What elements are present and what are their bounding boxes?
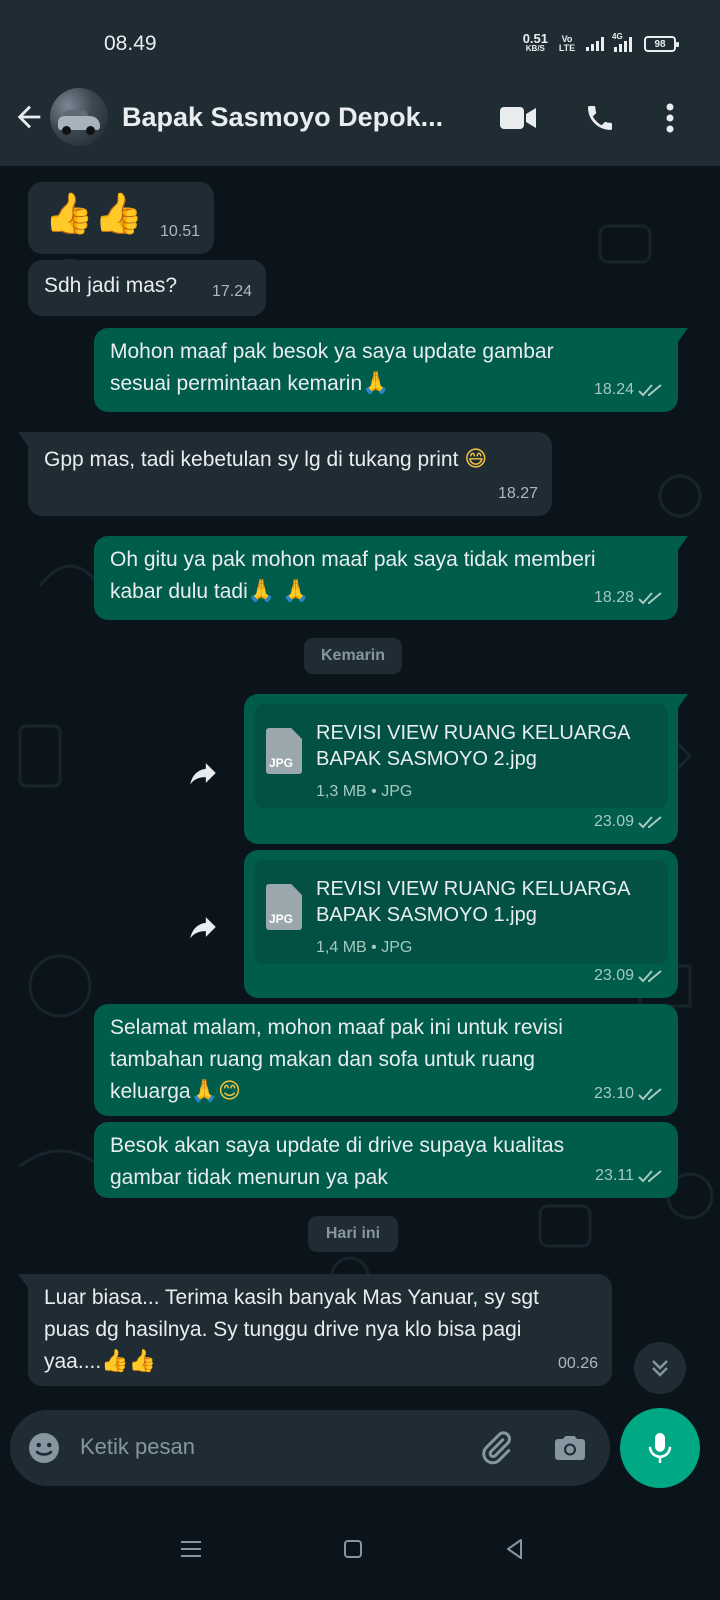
more-options-icon[interactable] <box>650 98 690 138</box>
message-time: 18.24 <box>594 374 664 406</box>
document-message[interactable]: JPG REVISI VIEW RUANG KELUARGA BAPAK SAS… <box>244 850 678 998</box>
message-emoji: 😄 <box>464 447 488 472</box>
attach-icon[interactable] <box>478 1430 514 1466</box>
message-time: 23.09 <box>594 806 664 838</box>
message-time: 23.10 <box>594 1078 664 1110</box>
document-message[interactable]: JPG REVISI VIEW RUANG KELUARGA BAPAK SAS… <box>244 694 688 844</box>
message-outgoing[interactable]: Mohon maaf pak besok ya saya update gamb… <box>94 328 688 412</box>
forward-icon[interactable] <box>186 756 220 790</box>
message-emoji: 👍👍 <box>44 191 144 237</box>
message-line: yaa.... <box>44 1350 102 1373</box>
system-navigation-bar <box>0 1500 720 1600</box>
home-icon[interactable] <box>338 1534 368 1564</box>
message-time: 23.11 <box>595 1160 664 1192</box>
forward-icon[interactable] <box>186 910 220 944</box>
message-time: 00.26 <box>557 1355 598 1372</box>
message-line: sesuai permintaan kemarin <box>110 372 363 395</box>
back-arrow-icon[interactable] <box>12 100 46 134</box>
message-line: gambar tidak menurun ya pak <box>110 1166 388 1189</box>
message-line: Mohon maaf pak besok ya saya update gamb… <box>110 340 554 363</box>
message-emoji: 🙏 <box>362 371 390 396</box>
mic-icon <box>648 1433 672 1463</box>
phone-icon[interactable] <box>580 98 620 138</box>
jpg-file-icon: JPG <box>266 884 302 930</box>
file-info: 1,4 MB • JPG <box>316 939 413 956</box>
message-incoming[interactable]: Sdh jadi mas? 17.24 <box>28 260 266 316</box>
file-info: 1,3 MB • JPG <box>316 783 413 800</box>
double-check-icon <box>638 1088 662 1101</box>
message-line: kabar dulu tadi <box>110 580 248 603</box>
chat-messages-area[interactable]: 👍👍 10.51 Sdh jadi mas? 17.24 Mohon maaf … <box>0 166 720 1406</box>
video-call-icon[interactable] <box>498 98 538 138</box>
message-outgoing[interactable]: Besok akan saya update di drive supaya k… <box>94 1122 678 1198</box>
message-line: Luar biasa... Terima kasih banyak Mas Ya… <box>44 1286 539 1309</box>
message-time: 17.24 <box>211 283 252 300</box>
message-line: Besok akan saya update di drive supaya k… <box>110 1134 565 1157</box>
scroll-to-bottom-button[interactable] <box>634 1342 686 1394</box>
jpg-file-icon: JPG <box>266 728 302 774</box>
message-time: 18.28 <box>594 582 664 614</box>
contact-name[interactable]: Bapak Sasmoyo Depok... <box>122 102 472 133</box>
signal-4g-icon: 4G <box>612 32 636 52</box>
document-card[interactable]: JPG REVISI VIEW RUANG KELUARGA BAPAK SAS… <box>254 860 668 964</box>
message-time: 23.09 <box>594 960 664 992</box>
file-name: REVISI VIEW RUANG KELUARGA BAPAK SASMOYO… <box>316 722 631 770</box>
message-incoming[interactable]: Gpp mas, tadi kebetulan sy lg di tukang … <box>18 432 552 516</box>
back-nav-icon[interactable] <box>500 1534 530 1564</box>
emoji-icon[interactable] <box>26 1430 62 1466</box>
message-text: Gpp mas, tadi kebetulan sy lg di tukang … <box>44 448 459 471</box>
message-incoming[interactable]: Luar biasa... Terima kasih banyak Mas Ya… <box>18 1274 612 1386</box>
recent-apps-icon[interactable] <box>176 1534 206 1564</box>
signal-icon <box>586 37 604 51</box>
double-check-icon <box>638 1170 662 1183</box>
double-check-icon <box>638 384 662 397</box>
file-name: REVISI VIEW RUANG KELUARGA BAPAK SASMOYO… <box>316 878 631 926</box>
message-line: keluarga <box>110 1080 191 1103</box>
status-time: 08.49 <box>104 32 157 55</box>
date-separator: Kemarin <box>304 638 402 674</box>
message-outgoing[interactable]: Selamat malam, mohon maaf pak ini untuk … <box>94 1004 678 1116</box>
message-emoji: 🙏😊 <box>190 1079 241 1104</box>
message-incoming[interactable]: 👍👍 10.51 <box>28 182 214 254</box>
status-icons: 0.51 KB/S Vo LTE 4G 98 <box>522 31 679 54</box>
message-line: tambahan ruang makan dan sofa untuk ruan… <box>110 1048 535 1071</box>
message-line: Oh gitu ya pak mohon maaf pak saya tidak… <box>110 548 596 571</box>
message-line: Selamat malam, mohon maaf pak ini untuk … <box>110 1016 563 1039</box>
voice-message-button[interactable] <box>620 1408 700 1488</box>
network-speed: 0.51 KB/S <box>522 31 548 53</box>
volte-icon: Vo LTE <box>558 34 576 53</box>
message-composer[interactable]: Ketik pesan <box>10 1410 610 1486</box>
double-check-icon <box>638 970 662 983</box>
double-check-icon <box>638 592 662 605</box>
date-separator: Hari ini <box>308 1216 398 1252</box>
document-card[interactable]: JPG REVISI VIEW RUANG KELUARGA BAPAK SAS… <box>254 704 668 808</box>
message-text: Sdh jadi mas? <box>44 274 178 297</box>
top-app-bar: 08.49 0.51 KB/S Vo LTE 4G 98 Bapak Sasmo… <box>0 0 720 166</box>
message-time: 10.51 <box>159 223 200 240</box>
double-check-icon <box>638 816 662 829</box>
camera-icon[interactable] <box>552 1430 588 1466</box>
whatsapp-chat-screen: 08.49 0.51 KB/S Vo LTE 4G 98 Bapak Sasmo… <box>0 0 720 1600</box>
battery-icon: 98 <box>644 36 679 52</box>
message-emoji: 👍👍 <box>101 1349 156 1374</box>
message-time: 18.27 <box>497 485 538 502</box>
avatar[interactable] <box>50 88 108 146</box>
message-emoji: 🙏 🙏 <box>247 579 310 604</box>
message-input[interactable]: Ketik pesan <box>80 1434 195 1460</box>
double-chevron-down-icon <box>652 1360 668 1377</box>
message-line: puas dg hasilnya. Sy tunggu drive nya kl… <box>44 1318 522 1341</box>
message-outgoing[interactable]: Oh gitu ya pak mohon maaf pak saya tidak… <box>94 536 688 620</box>
